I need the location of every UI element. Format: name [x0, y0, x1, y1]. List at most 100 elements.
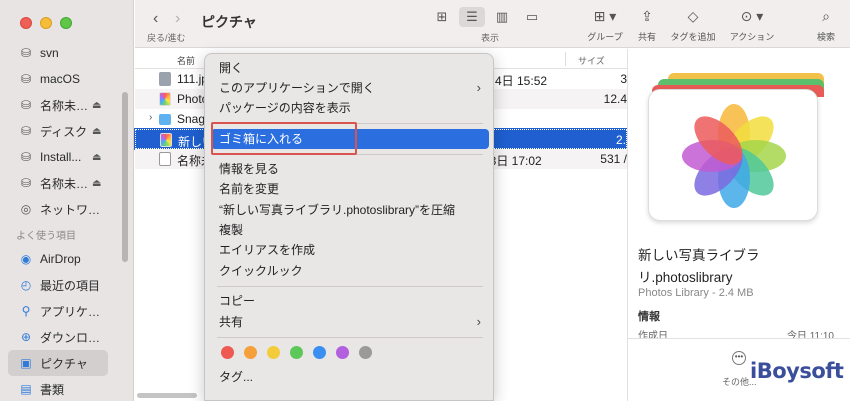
sidebar-item-macos[interactable]: ⛁ macOS [0, 66, 134, 92]
file-size: 2. [615, 133, 626, 147]
photos-library-icon [160, 133, 172, 147]
eject-icon[interactable]: ⏏ [92, 100, 101, 111]
sidebar-item-untitled-1[interactable]: ⛁ 名称未… ⏏ [0, 92, 134, 118]
image-file-icon [159, 72, 171, 86]
sidebar-item-label: svn [40, 46, 59, 60]
zoom-window-button[interactable] [60, 17, 72, 29]
disk-icon: ⛁ [20, 124, 32, 138]
folder-icon [159, 114, 171, 125]
scrollbar-thumb[interactable] [137, 393, 197, 398]
menu-item-open[interactable]: 開く [211, 58, 489, 78]
sidebar-item-label: ダウンロ… [40, 330, 101, 345]
sidebar-item-untitled-2[interactable]: ⛁ 名称未… ⏏ [0, 170, 134, 196]
eject-icon[interactable]: ⏏ [92, 178, 101, 189]
info-row-label: 作成日 [638, 331, 668, 338]
more-icon[interactable]: ••• [732, 351, 746, 365]
sidebar-item-network[interactable]: ◎ ネットワ… [0, 196, 134, 222]
menu-item-quick-look[interactable]: クイックルック [211, 261, 489, 281]
file-name: 名称未設定 [177, 154, 207, 168]
photos-flower-icon [682, 104, 786, 208]
sidebar-item-label: 最近の項目 [40, 278, 101, 293]
menu-item-label: コピー [219, 294, 256, 308]
document-icon [159, 152, 171, 166]
close-window-button[interactable] [20, 17, 32, 29]
icon-view-icon[interactable]: ⊞ [429, 7, 455, 27]
menu-item-show-package-contents[interactable]: パッケージの内容を表示 [211, 98, 489, 118]
photo-icon: ▣ [20, 356, 32, 370]
add-tag-button[interactable]: ◇ タグを追加 [663, 6, 723, 43]
menu-item-label: パッケージの内容を表示 [219, 101, 351, 115]
menu-item-compress[interactable]: “新しい写真ライブラリ.photoslibrary”を圧縮 [211, 200, 489, 220]
view-label: 表示 [481, 33, 500, 43]
column-divider [565, 52, 566, 66]
document-icon: ▤ [20, 382, 32, 396]
submenu-chevron-icon: › [476, 80, 481, 95]
preview-pane: 新しい写真ライブラリ.photoslibrary Photos Library … [627, 49, 850, 401]
menu-item-label: 開く [219, 61, 244, 75]
menu-item-label: タグ... [219, 370, 254, 384]
tag-green-dot[interactable] [290, 346, 303, 359]
sidebar-item-recents[interactable]: ◴ 最近の項目 [0, 272, 134, 298]
tag-orange-dot[interactable] [244, 346, 257, 359]
back-chevron-icon[interactable]: ‹ [153, 10, 158, 28]
sidebar-item-documents[interactable]: ▤ 書類 [0, 376, 134, 401]
sidebar-item-label: アプリケ… [40, 304, 101, 319]
file-size: 3 [620, 72, 627, 86]
tag-yellow-dot[interactable] [267, 346, 280, 359]
column-header-name[interactable]: 名前 [177, 54, 195, 67]
sidebar-item-label: ディスク [40, 124, 88, 139]
minimize-window-button[interactable] [40, 17, 52, 29]
menu-item-make-alias[interactable]: エイリアスを作成 [211, 240, 489, 260]
disk-icon: ⛁ [20, 72, 32, 86]
globe-icon: ◎ [20, 202, 32, 216]
search-button[interactable]: ⌕ 検索 [796, 6, 850, 43]
gallery-view-icon[interactable]: ▭ [519, 7, 545, 27]
menu-item-open-with[interactable]: このアプリケーションで開く › [211, 78, 489, 98]
sidebar-scrollbar[interactable] [122, 92, 128, 262]
menu-item-rename[interactable]: 名前を変更 [211, 179, 489, 199]
forward-chevron-icon[interactable]: › [175, 10, 180, 28]
menu-item-duplicate[interactable]: 複製 [211, 220, 489, 240]
file-name: Photos [177, 92, 207, 106]
preview-file-kind: Photos Library - 2.4 MB [638, 287, 754, 299]
clock-icon: ◴ [20, 278, 32, 292]
menu-item-copy[interactable]: コピー [211, 291, 489, 311]
sidebar-list: ⛁ svn ⛁ macOS ⛁ 名称未… ⏏ ⛁ ディスク ⏏ ⛁ Instal… [0, 40, 134, 401]
menu-separator [217, 286, 483, 287]
file-size: 12.4 [603, 92, 627, 106]
photos-library-thumbnail [648, 89, 818, 221]
sidebar-item-applications[interactable]: ⚲ アプリケ… [0, 298, 134, 324]
sidebar-item-label: 名称未… [40, 98, 89, 113]
tag-red-dot[interactable] [221, 346, 234, 359]
sidebar-item-label: 書類 [40, 382, 65, 397]
file-name: 111.jpg [177, 72, 207, 86]
file-size: 531 / [600, 152, 627, 166]
sidebar-item-airdrop[interactable]: ◉ AirDrop [0, 246, 134, 272]
submenu-chevron-icon: › [476, 314, 481, 329]
menu-item-label: 複製 [219, 223, 244, 237]
sidebar-item-pictures[interactable]: ▣ ピクチャ [8, 350, 108, 376]
column-header-size[interactable]: サイズ [578, 54, 605, 67]
list-view-icon[interactable]: ☰ [459, 7, 485, 27]
disclosure-chevron-icon[interactable]: › [149, 112, 152, 123]
menu-item-get-info[interactable]: 情報を見る [211, 159, 489, 179]
eject-icon[interactable]: ⏏ [92, 152, 101, 163]
sidebar-item-disk[interactable]: ⛁ ディスク ⏏ [0, 118, 134, 144]
tag-purple-dot[interactable] [336, 346, 349, 359]
menu-item-label: このアプリケーションで開く [219, 81, 375, 95]
sidebar-item-svn[interactable]: ⛁ svn [0, 40, 134, 66]
action-button[interactable]: ⊙ ▾ アクション [722, 6, 782, 43]
tag-blue-dot[interactable] [313, 346, 326, 359]
sidebar-item-downloads[interactable]: ⊕ ダウンロ… [0, 324, 134, 350]
sidebar-item-install[interactable]: ⛁ Install... ⏏ [0, 144, 134, 170]
menu-item-label: エイリアスを作成 [219, 243, 316, 257]
search-label: 検索 [816, 32, 835, 42]
menu-item-share[interactable]: 共有 › [211, 312, 489, 332]
column-view-icon[interactable]: ▥ [489, 7, 515, 27]
window-title: ピクチャ [201, 14, 257, 30]
disk-icon: ⛁ [20, 46, 32, 60]
menu-item-tags[interactable]: タグ... [211, 367, 489, 387]
download-icon: ⊕ [20, 330, 32, 344]
eject-icon[interactable]: ⏏ [92, 126, 101, 137]
tag-gray-dot[interactable] [359, 346, 372, 359]
